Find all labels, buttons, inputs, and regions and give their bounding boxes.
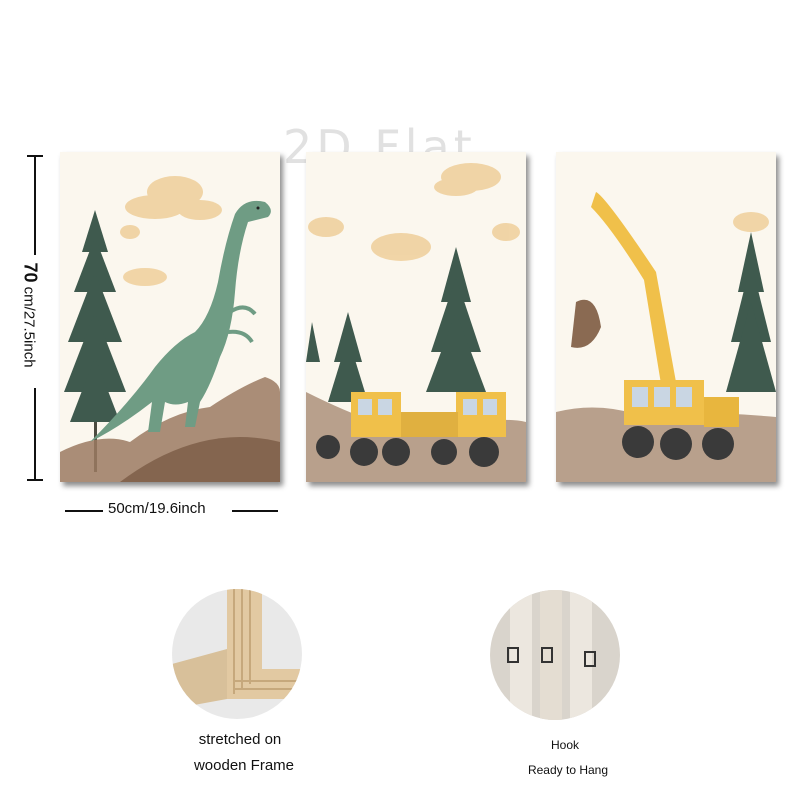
wooden-frame-photo bbox=[172, 589, 302, 719]
canvas-panel-excavator bbox=[556, 152, 776, 482]
canvas-panel-dinosaur bbox=[60, 152, 280, 482]
excavator-artwork bbox=[556, 152, 776, 482]
width-dimension-line-left bbox=[65, 510, 103, 512]
hook-caption-line2: Ready to Hang bbox=[527, 763, 609, 777]
height-dimension-label: 70 cm/27.5inch bbox=[20, 262, 41, 367]
hook-photo bbox=[490, 590, 620, 720]
trucks-artwork bbox=[306, 152, 526, 482]
height-dimension-bottom-cap bbox=[27, 479, 43, 481]
height-dimension-number: 70 bbox=[20, 262, 41, 283]
hook-icon bbox=[490, 590, 620, 720]
canvas-panel-trucks bbox=[306, 152, 526, 482]
frame-caption-line1: stretched on bbox=[198, 731, 282, 748]
frame-caption-line2: wooden Frame bbox=[193, 757, 295, 774]
width-dimension-label: 50cm/19.6inch bbox=[108, 500, 206, 517]
height-dimension-line-top bbox=[34, 155, 36, 255]
hook-caption-line1: Hook bbox=[550, 738, 580, 752]
width-dimension-line-right bbox=[232, 510, 278, 512]
wooden-frame-icon bbox=[172, 589, 302, 719]
cloud-shape bbox=[733, 212, 769, 232]
height-dimension-unit: cm/27.5inch bbox=[20, 282, 38, 368]
height-dimension-line-bottom bbox=[34, 388, 36, 480]
dinosaur-artwork bbox=[60, 152, 280, 482]
